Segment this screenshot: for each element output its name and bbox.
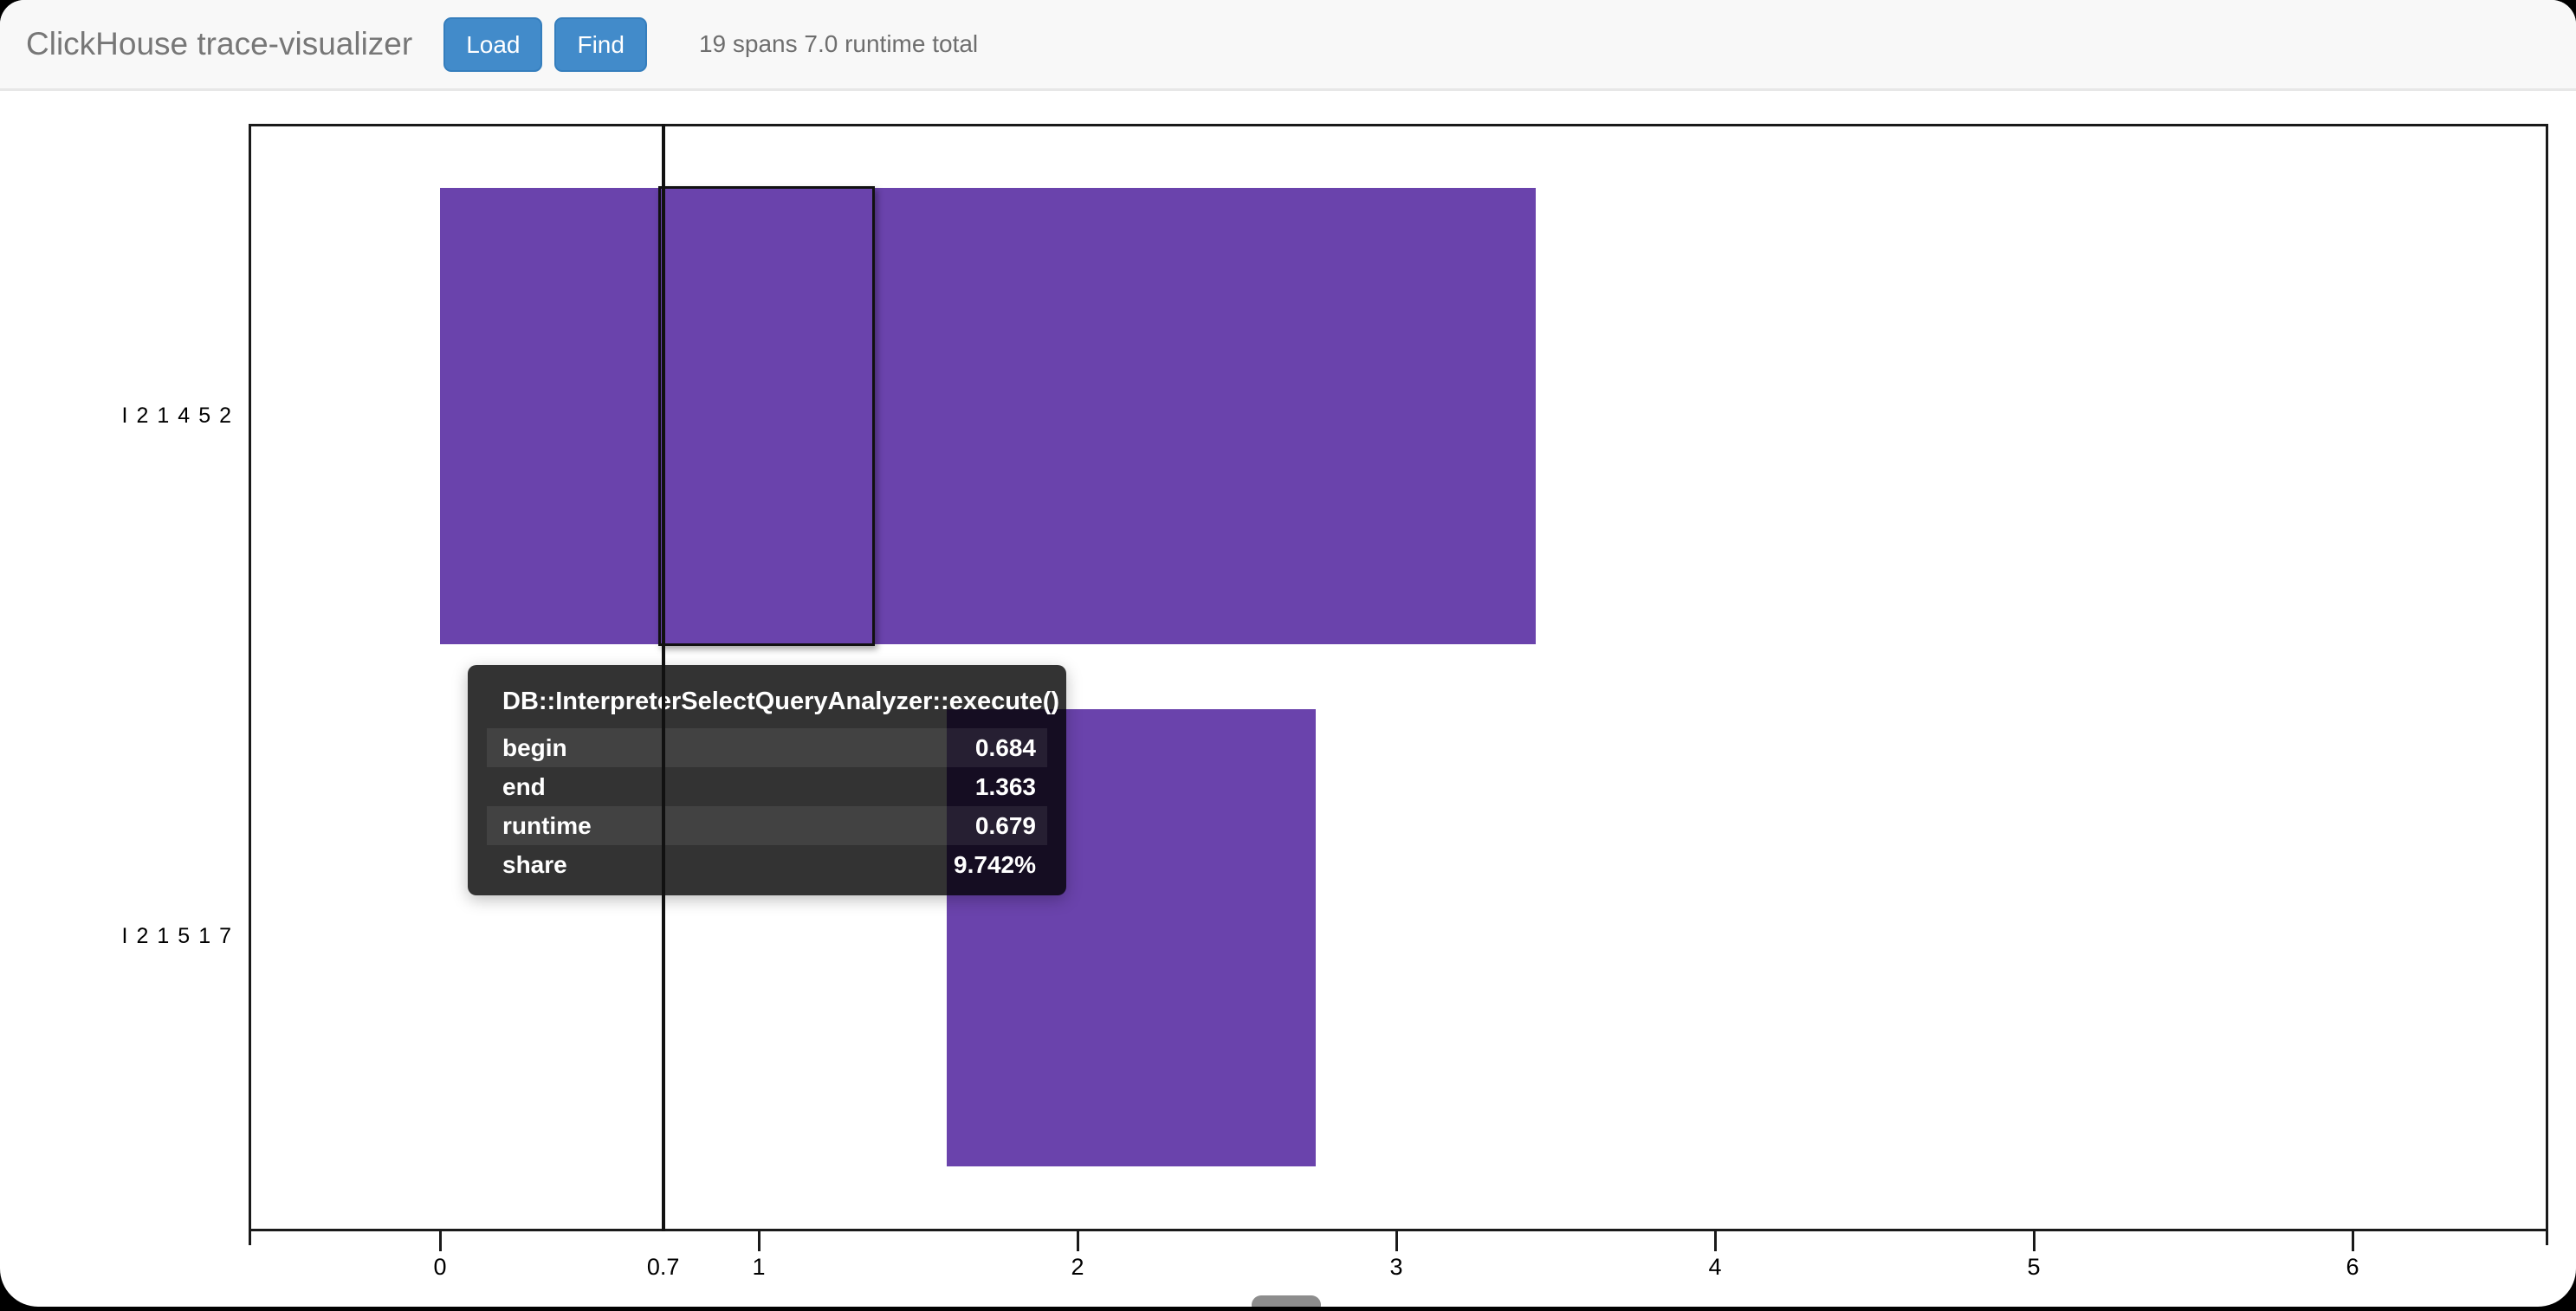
x-axis-tick — [439, 1231, 442, 1251]
chart-stage: I21452 I21517 DB::InterpreterSelectQuery… — [0, 0, 2576, 1307]
x-axis-tick — [2033, 1231, 2036, 1251]
tooltip-row-label: share — [502, 851, 567, 879]
tooltip-row: runtime 0.679 — [487, 806, 1047, 845]
x-axis-tick-label: 5 — [1982, 1254, 2086, 1281]
x-axis-tick-label: 2 — [1026, 1254, 1129, 1281]
x-axis-tick — [2352, 1231, 2354, 1251]
x-axis-tick — [758, 1231, 761, 1251]
horizontal-scrollbar-thumb[interactable] — [1252, 1295, 1321, 1307]
x-axis-tick — [1395, 1231, 1398, 1251]
tooltip-row-label: begin — [502, 734, 567, 762]
spans-summary: 19 spans 7.0 runtime total — [699, 30, 978, 58]
tooltip-row-value: 9.742% — [954, 851, 1036, 879]
load-button[interactable]: Load — [443, 17, 542, 72]
tooltip-row-value: 0.679 — [975, 812, 1036, 840]
navbar: ClickHouse trace-visualizer Load Find 19… — [0, 0, 2576, 91]
tooltip-row: share 9.742% — [487, 845, 1047, 884]
x-axis-tick-label: 0 — [388, 1254, 492, 1281]
tooltip-row-label: runtime — [502, 812, 592, 840]
x-axis-tick-label: 3 — [1344, 1254, 1448, 1281]
x-axis-tick-label: 1 — [707, 1254, 811, 1281]
span-bar[interactable] — [440, 188, 1536, 644]
app-window: ClickHouse trace-visualizer Load Find 19… — [0, 0, 2576, 1307]
x-axis-tick-label: 4 — [1663, 1254, 1767, 1281]
tooltip-row: begin 0.684 — [487, 728, 1047, 767]
row-label-thread-1: I21452 — [0, 404, 240, 429]
hovered-span-outline — [658, 186, 875, 646]
axis-left-end-tick — [249, 1231, 251, 1245]
span-tooltip: DB::InterpreterSelectQueryAnalyzer::exec… — [468, 665, 1066, 895]
axis-right-end-tick — [2546, 1231, 2548, 1245]
x-axis-tick — [1714, 1231, 1717, 1251]
row-label-thread-2: I21517 — [0, 924, 240, 949]
tooltip-row-value: 1.363 — [975, 773, 1036, 801]
app-title: ClickHouse trace-visualizer — [26, 26, 412, 62]
x-axis-tick-label: 6 — [2301, 1254, 2404, 1281]
crosshair-line — [662, 124, 665, 1231]
tooltip-row: end 1.363 — [487, 767, 1047, 806]
find-button[interactable]: Find — [554, 17, 646, 72]
tooltip-row-value: 0.684 — [975, 734, 1036, 762]
tooltip-title: DB::InterpreterSelectQueryAnalyzer::exec… — [487, 681, 1047, 728]
x-axis-tick — [1077, 1231, 1079, 1251]
tooltip-row-label: end — [502, 773, 546, 801]
crosshair-value-label: 0.7 — [612, 1254, 715, 1281]
